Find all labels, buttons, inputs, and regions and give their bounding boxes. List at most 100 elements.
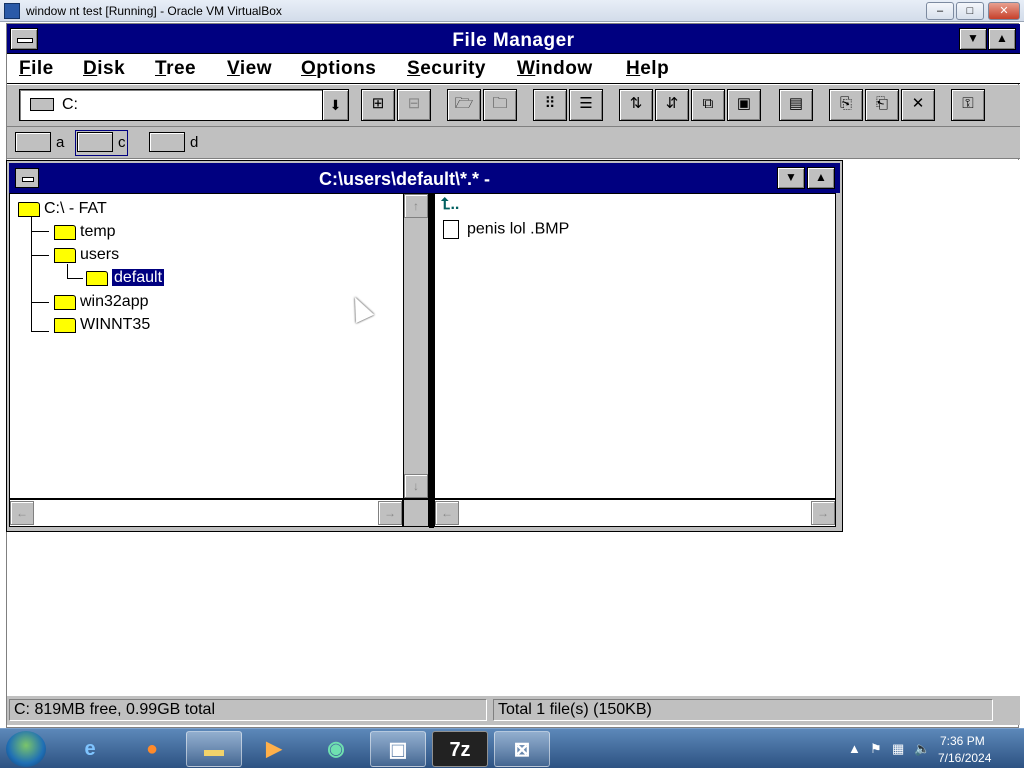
tree-line: [31, 231, 49, 232]
file-item[interactable]: penis lol .BMP: [443, 220, 569, 239]
menu-file[interactable]: File: [19, 58, 54, 80]
menu-view[interactable]: View: [227, 58, 272, 80]
view-large-icons-button[interactable]: ⠿: [533, 89, 567, 121]
virtualbox-icon[interactable]: ▣: [370, 731, 426, 767]
status-free-space: C: 819MB free, 0.99GB total: [9, 699, 487, 721]
tree-vertical-scrollbar[interactable]: ↑ ↓: [403, 193, 429, 499]
virtualbox-nt-icon[interactable]: ⊠: [494, 731, 550, 767]
scrollbar-corner: [403, 499, 429, 527]
toolbar: C: ⬇ ⊞ ⊟ 🗁 🗀 ⠿ ☰ ⇅ ⇵ ⧉ ▣ ▤ ⎘ ⎗ ✕ ⚿: [7, 85, 1020, 127]
close-button[interactable]: ✕: [988, 2, 1020, 20]
directory-window: C:\users\default\*.* - ▼ ▲ C:\ - FAT tem…: [7, 161, 842, 531]
app-maximize-button[interactable]: ▲: [988, 28, 1016, 50]
scroll-left-icon[interactable]: ←: [435, 501, 459, 525]
new-window-button[interactable]: ▤: [779, 89, 813, 121]
drive-combo-value: C:: [62, 96, 78, 113]
child-maximize-button[interactable]: ▲: [807, 167, 835, 189]
internet-explorer-icon[interactable]: e: [62, 731, 118, 767]
drive-d[interactable]: d: [149, 132, 198, 154]
delete-button[interactable]: ✕: [901, 89, 935, 121]
file-horizontal-scrollbar[interactable]: ← →: [434, 499, 836, 527]
scroll-up-icon[interactable]: ↑: [404, 194, 428, 218]
tree-node-root[interactable]: C:\ - FAT: [18, 200, 107, 218]
tree-node-temp[interactable]: temp: [54, 223, 116, 241]
parent-directory-item[interactable]: ⮤..: [441, 196, 459, 214]
status-bar: C: 819MB free, 0.99GB total Total 1 file…: [7, 695, 1020, 725]
clock-date[interactable]: 7/16/2024: [938, 751, 991, 765]
network-icon[interactable]: ▦: [892, 741, 904, 757]
share-as-button[interactable]: 🗁: [447, 89, 481, 121]
app-title: File Manager: [452, 30, 575, 51]
tree-line: [67, 264, 68, 278]
stop-sharing-button[interactable]: 🗀: [483, 89, 517, 121]
drive-combobox[interactable]: C: ⬇: [19, 89, 349, 121]
scroll-right-icon[interactable]: →: [378, 501, 402, 525]
menu-security[interactable]: Security: [407, 58, 486, 80]
move-button[interactable]: ⎗: [865, 89, 899, 121]
tree-pane: C:\ - FAT temp users default win32app WI…: [9, 193, 407, 499]
drive-c[interactable]: c: [75, 130, 128, 156]
host-titlebar: window nt test [Running] - Oracle VM Vir…: [0, 0, 1024, 22]
tree-node-users[interactable]: users: [54, 246, 119, 264]
show-hidden-icons-icon[interactable]: ▲: [848, 741, 861, 756]
maximize-button[interactable]: □: [956, 2, 984, 20]
system-tray: ▲ ⚑ ▦ 🔈 7:36 PM 7/16/2024: [834, 729, 1024, 769]
directory-window-titlebar: C:\users\default\*.* - ▼ ▲: [9, 163, 840, 193]
scroll-left-icon[interactable]: ←: [10, 501, 34, 525]
file-list-pane: ⮤.. penis lol .BMP: [434, 193, 836, 499]
sort-by-type-button[interactable]: ⇵: [655, 89, 689, 121]
security-key-button[interactable]: ⚿: [951, 89, 985, 121]
cdrom-drive-icon: [149, 132, 185, 152]
firefox-icon[interactable]: ●: [124, 731, 180, 767]
menu-help[interactable]: Help: [626, 58, 669, 80]
connect-network-drive-button[interactable]: ⊞: [361, 89, 395, 121]
tree-line: [31, 331, 49, 332]
tree-node-default[interactable]: default: [86, 268, 166, 287]
sort-by-name-button[interactable]: ⇅: [619, 89, 653, 121]
tree-node-win32app[interactable]: win32app: [54, 293, 149, 311]
virtualbox-icon: [4, 3, 20, 19]
media-player-icon[interactable]: ▶: [246, 731, 302, 767]
volume-muted-icon[interactable]: 🔈: [914, 741, 930, 757]
view-details-button[interactable]: ☰: [569, 89, 603, 121]
tree-line: [31, 302, 49, 303]
menu-tree[interactable]: Tree: [155, 58, 196, 80]
open-folder-icon: [86, 270, 108, 286]
tree-node-winnt35[interactable]: WINNT35: [54, 316, 150, 334]
tree-line: [31, 255, 49, 256]
taskbar: e ● ▬ ▶ ◉ ▣ 7z ⊠ ▲ ⚑ ▦ 🔈 7:36 PM 7/16/20…: [0, 728, 1024, 768]
sort-by-date-button[interactable]: ▣: [727, 89, 761, 121]
file-explorer-icon[interactable]: ▬: [186, 731, 242, 767]
menu-disk[interactable]: Disk: [83, 58, 125, 80]
host-title: window nt test [Running] - Oracle VM Vir…: [26, 4, 282, 18]
menu-window[interactable]: Window: [517, 58, 593, 80]
action-center-flag-icon[interactable]: ⚑: [870, 741, 882, 757]
folder-icon: [54, 224, 76, 240]
scroll-down-icon[interactable]: ↓: [404, 474, 428, 498]
tree-line: [67, 278, 83, 279]
hard-drive-icon: [77, 132, 113, 152]
copy-button[interactable]: ⎘: [829, 89, 863, 121]
cd-burner-icon[interactable]: ◉: [308, 731, 364, 767]
folder-icon: [54, 317, 76, 333]
drive-bar: a c d: [7, 127, 1020, 159]
app-titlebar: File Manager ▼ ▲: [7, 24, 1020, 54]
start-button[interactable]: [6, 731, 46, 767]
disconnect-network-drive-button[interactable]: ⊟: [397, 89, 431, 121]
tree-horizontal-scrollbar[interactable]: ← →: [9, 499, 403, 527]
sort-by-size-button[interactable]: ⧉: [691, 89, 725, 121]
chevron-down-icon[interactable]: ⬇: [322, 90, 348, 120]
scroll-right-icon[interactable]: →: [811, 501, 835, 525]
app-minimize-button[interactable]: ▼: [959, 28, 987, 50]
hard-drive-icon: [30, 98, 54, 111]
drive-a[interactable]: a: [15, 132, 64, 154]
mdi-client: C:\users\default\*.* - ▼ ▲ C:\ - FAT tem…: [7, 160, 1020, 695]
menu-options[interactable]: Options: [301, 58, 376, 80]
child-minimize-button[interactable]: ▼: [777, 167, 805, 189]
folder-icon: [54, 294, 76, 310]
status-file-count: Total 1 file(s) (150KB): [493, 699, 993, 721]
clock-time[interactable]: 7:36 PM: [940, 734, 985, 748]
7zip-icon[interactable]: 7z: [432, 731, 488, 767]
directory-window-title: C:\users\default\*.* -: [318, 169, 491, 189]
minimize-button[interactable]: –: [926, 2, 954, 20]
